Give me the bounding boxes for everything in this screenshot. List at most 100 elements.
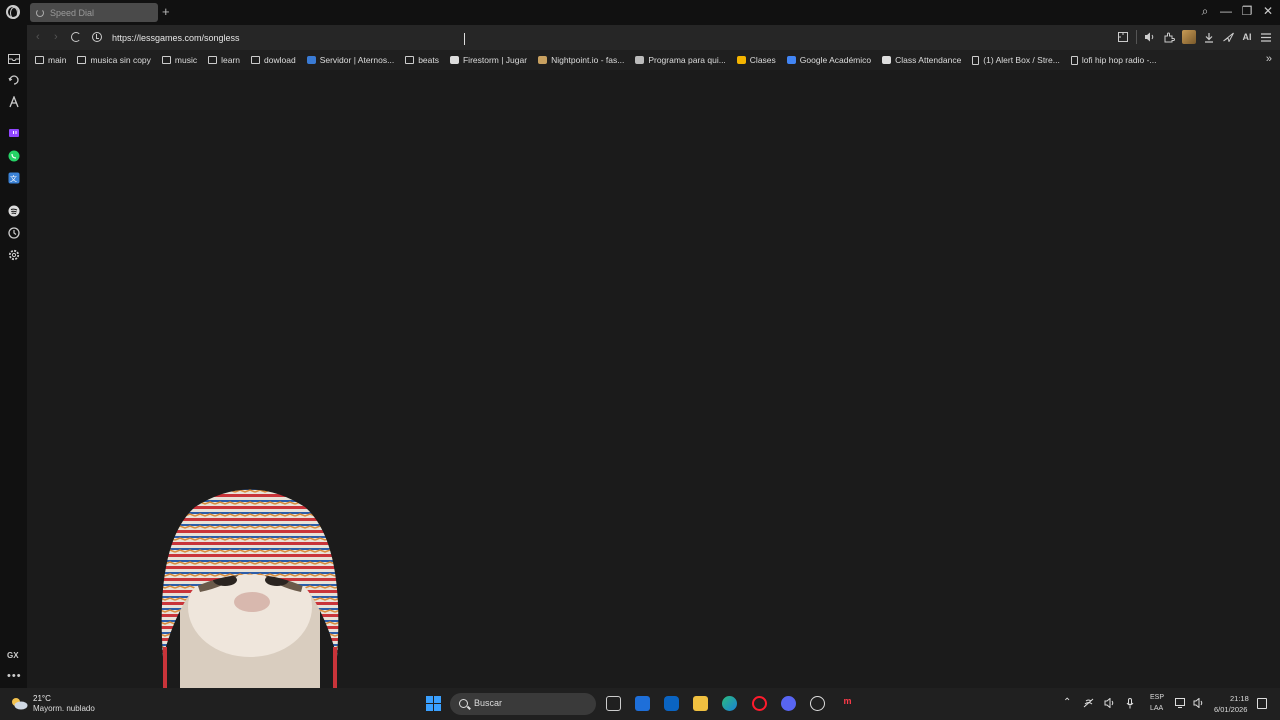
bookmark-label: dowload [264, 55, 296, 65]
folder-icon [405, 56, 415, 64]
volume-mixer-icon[interactable] [1104, 697, 1115, 711]
microsoft-store-icon[interactable] [635, 696, 650, 711]
nightpoint-icon [538, 56, 548, 64]
snapshot-icon[interactable] [1117, 30, 1129, 44]
edge-icon[interactable] [722, 696, 737, 711]
outlook-icon[interactable] [664, 696, 679, 711]
extensions-bar: AI [1117, 30, 1272, 44]
bookmark-label: music [174, 55, 198, 65]
window-controls: ⌕ — ❐ ✕ [1199, 4, 1274, 18]
download-icon[interactable] [1203, 30, 1215, 44]
search-placeholder: Buscar [474, 698, 503, 708]
folder-icon [35, 56, 44, 64]
restore-button[interactable]: ❐ [1241, 4, 1253, 18]
folder-icon [77, 56, 87, 64]
firestorm-icon [449, 56, 459, 64]
cat-in-beanie-image [161, 489, 339, 720]
bookmark-item[interactable]: music [161, 55, 198, 65]
bookmark-item[interactable]: beats [405, 55, 439, 65]
tray-app-icon[interactable] [1083, 698, 1094, 711]
folder-icon [161, 56, 171, 64]
windows-start-icon[interactable] [426, 696, 441, 711]
network-icon[interactable] [1175, 698, 1186, 711]
bookmark-item[interactable]: lofi hip hop radio -... [1070, 55, 1157, 65]
bookmark-item[interactable]: musica sin copy [77, 55, 151, 65]
tab-search-icon[interactable]: ⌕ [1199, 4, 1211, 18]
opera-gx-icon[interactable] [752, 696, 767, 711]
screen: Speed Dial + ⌕ — ❐ ✕ 文 GX ••• ‹ › https:… [0, 0, 1280, 720]
minimize-button[interactable]: — [1220, 4, 1232, 18]
notifications-icon[interactable] [1257, 698, 1267, 709]
text-cursor-icon [464, 33, 466, 45]
reload-icon[interactable] [71, 32, 81, 42]
weather-temperature[interactable]: 21°C [33, 694, 51, 703]
menu-icon[interactable] [1260, 30, 1272, 44]
clock-time[interactable]: 21:18 [1230, 694, 1249, 703]
weather-description[interactable]: Mayorm. nublado [33, 704, 95, 713]
settings-icon[interactable] [7, 248, 20, 261]
close-button[interactable]: ✕ [1262, 4, 1274, 18]
bookmark-item[interactable]: Servidor | Aternos... [306, 55, 395, 65]
language-indicator[interactable]: ESP [1150, 694, 1164, 701]
steam-icon[interactable] [810, 696, 825, 711]
bookmarks-overflow-icon[interactable]: » [1266, 53, 1272, 65]
weather-cloud-icon[interactable] [10, 696, 28, 710]
tab-speed-dial[interactable]: Speed Dial [30, 3, 158, 22]
bookmark-item[interactable]: Firestorm | Jugar [449, 55, 527, 65]
bookmark-item[interactable]: dowload [251, 55, 296, 65]
url-input[interactable] [112, 29, 812, 46]
bookmarks-bar: main musica sin copy music learn dowload Serv… [27, 50, 1280, 70]
opera-logo-icon[interactable] [6, 5, 20, 19]
taskbar: 21°C Mayorm. nublado Buscar m ⌃ ESP LAA [0, 688, 1280, 720]
m-app-icon[interactable]: m [840, 696, 855, 711]
bookmark-item[interactable]: (1) Alert Box / Stre... [972, 55, 1060, 65]
sound-icon[interactable] [1144, 30, 1156, 44]
forward-button[interactable]: › [54, 31, 58, 43]
whatsapp-icon[interactable] [7, 149, 20, 162]
aria-icon[interactable] [7, 95, 20, 108]
spotify-icon[interactable] [7, 204, 20, 217]
speaker-icon[interactable] [1193, 697, 1204, 711]
bookmark-label: learn [221, 55, 241, 65]
search-icon [459, 699, 468, 708]
inbox-icon[interactable] [7, 52, 20, 65]
tray-overflow-icon[interactable]: ⌃ [1063, 698, 1071, 708]
clock-date[interactable]: 6/01/2026 [1214, 705, 1247, 714]
translate-icon[interactable]: 文 [7, 171, 20, 184]
bookmark-item[interactable]: Nightpoint.io - fas... [538, 55, 624, 65]
new-tab-button[interactable]: + [162, 4, 170, 20]
extensions-icon[interactable] [1163, 30, 1175, 44]
aternos-icon [306, 56, 316, 64]
bookmark-item[interactable]: main [35, 55, 66, 65]
bookmark-label: lofi hip hop radio -... [1081, 55, 1157, 65]
back-button[interactable]: ‹ [36, 31, 40, 43]
clock-icon[interactable] [7, 226, 20, 239]
bookmark-item[interactable]: Programa para qui... [635, 55, 726, 65]
attendance-icon [882, 56, 892, 64]
page-icon [1070, 55, 1078, 65]
bookmark-item[interactable]: learn [208, 55, 240, 65]
bookmark-label: Google Académico [799, 55, 872, 65]
send-icon[interactable] [1222, 30, 1234, 44]
bookmark-label: Servidor | Aternos... [319, 55, 395, 65]
site-info-icon[interactable] [92, 32, 102, 42]
taskbar-search[interactable]: Buscar [450, 693, 596, 715]
gx-label[interactable]: GX [7, 651, 19, 660]
history-icon[interactable] [7, 73, 20, 86]
keyboard-layout-indicator[interactable]: LAA [1150, 705, 1163, 712]
bookmark-item[interactable]: Google Académico [786, 55, 872, 65]
microphone-icon[interactable] [1126, 698, 1134, 712]
bookmark-label: Clases [749, 55, 776, 65]
scholar-icon [786, 56, 796, 64]
page-icon [972, 55, 980, 65]
bookmark-label: Nightpoint.io - fas... [551, 55, 625, 65]
file-explorer-icon[interactable] [693, 696, 708, 711]
ai-button[interactable]: AI [1241, 30, 1253, 44]
twitch-icon[interactable] [7, 127, 20, 140]
bookmark-item[interactable]: Clases [736, 55, 776, 65]
sidebar-more-button[interactable]: ••• [7, 670, 22, 682]
discord-icon[interactable] [781, 696, 796, 711]
bookmark-item[interactable]: Class Attendance [882, 55, 961, 65]
task-view-icon[interactable] [606, 696, 621, 711]
profile-avatar[interactable] [1182, 30, 1196, 44]
